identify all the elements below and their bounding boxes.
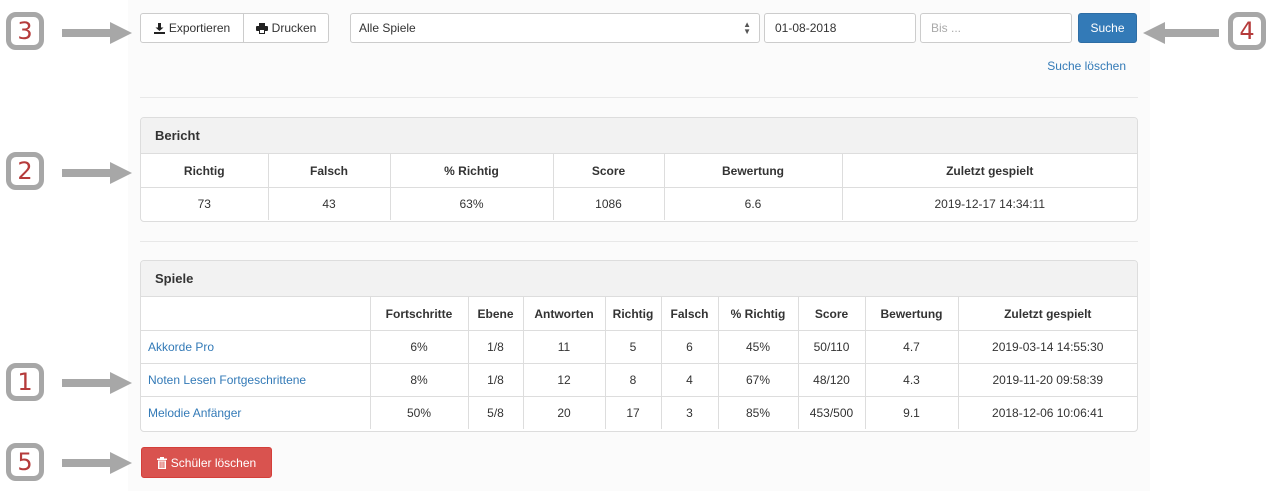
stage: 3 4 2 1 5 Exportieren Drucken Alle Spiel…	[0, 0, 1280, 491]
game-link[interactable]: Akkorde Pro	[148, 340, 214, 354]
table-cell: 50%	[370, 396, 469, 429]
clear-search-link[interactable]: Suche löschen	[1047, 59, 1126, 73]
arrow-right-icon	[62, 162, 132, 184]
table-cell: 1/8	[468, 363, 524, 397]
table-cell: 48/120	[798, 363, 866, 397]
column-header: Score	[553, 154, 665, 188]
table-cell: 8%	[370, 363, 469, 397]
game-select-value: Alle Spiele	[359, 21, 416, 35]
report-panel: Bericht Richtig Falsch % Richtig Score B…	[140, 117, 1138, 222]
table-cell: 2019-12-17 14:34:11	[934, 197, 1046, 211]
table-cell: 1/8	[468, 330, 524, 364]
search-button[interactable]: Suche	[1078, 13, 1137, 43]
game-name-cell: Akkorde Pro	[141, 330, 371, 364]
table-cell: 2019-03-14 14:55:30	[958, 330, 1137, 364]
delete-student-button[interactable]: Schüler löschen	[141, 447, 272, 478]
table-cell: 2019-11-20 09:58:39	[958, 363, 1137, 397]
column-header: Zuletzt gespielt	[842, 154, 1137, 188]
column-header: Ebene	[468, 297, 524, 331]
table-cell: 8	[605, 363, 662, 397]
game-name-cell: Noten Lesen Fortgeschrittene	[141, 363, 371, 397]
column-header: Richtig	[605, 297, 662, 331]
game-name-cell: Melodie Anfänger	[141, 396, 371, 429]
table-cell: 11	[523, 330, 606, 364]
games-panel: Spiele Fortschritte Ebene Antworten Rich…	[140, 260, 1138, 432]
column-header: Bewertung	[664, 154, 843, 188]
table-row: Melodie Anfänger 50% 5/8 20 17 3 85% 453…	[141, 396, 1137, 429]
table-cell: 45%	[718, 330, 799, 364]
arrow-right-icon	[62, 372, 132, 394]
table-row: 73 43 63% 1086 6.6 2019-12-17 14:34:11	[141, 187, 1137, 220]
column-header: % Richtig	[718, 297, 799, 331]
divider	[140, 97, 1138, 98]
table-cell: 4.7	[865, 330, 959, 364]
table-cell: 67%	[718, 363, 799, 397]
column-header: % Richtig	[390, 154, 554, 188]
arrow-right-icon	[62, 22, 132, 44]
callout-badge-5: 5	[6, 443, 44, 481]
export-button[interactable]: Exportieren	[140, 13, 244, 43]
arrow-left-icon	[1143, 22, 1219, 44]
game-link[interactable]: Melodie Anfänger	[148, 406, 241, 420]
game-select[interactable]: Alle Spiele ▲ ▼	[350, 13, 760, 43]
table-cell: 12	[523, 363, 606, 397]
table-cell: 2018-12-06 10:06:41	[992, 406, 1104, 420]
table-cell: 4.3	[865, 363, 959, 397]
date-to-input[interactable]	[920, 13, 1072, 43]
print-label: Drucken	[271, 21, 317, 35]
arrow-right-icon	[62, 452, 132, 474]
trash-icon	[156, 456, 167, 469]
column-header: Falsch	[661, 297, 719, 331]
table-cell: 63%	[390, 187, 554, 220]
table-cell: 5/8	[468, 396, 524, 429]
column-header: Richtig	[141, 154, 269, 188]
report-table: Richtig Falsch % Richtig Score Bewertung…	[141, 154, 1137, 220]
table-cell: 6.6	[664, 187, 843, 220]
table-cell: 6	[661, 330, 719, 364]
games-table: Fortschritte Ebene Antworten Richtig Fal…	[141, 297, 1137, 429]
report-title: Bericht	[141, 118, 1137, 154]
callout-badge-4: 4	[1228, 12, 1266, 50]
column-header: Bewertung	[865, 297, 959, 331]
table-cell: 5	[605, 330, 662, 364]
table-cell: 4	[661, 363, 719, 397]
table-cell: 6%	[370, 330, 469, 364]
game-link[interactable]: Noten Lesen Fortgeschrittene	[148, 373, 306, 387]
games-header-row: Fortschritte Ebene Antworten Richtig Fal…	[141, 297, 1137, 331]
games-title: Spiele	[141, 261, 1137, 297]
column-header	[141, 297, 371, 331]
callout-badge-3: 3	[6, 12, 44, 50]
column-header: Antworten	[523, 297, 606, 331]
table-cell: 20	[523, 396, 606, 429]
export-label: Exportieren	[168, 21, 231, 35]
select-caret-icon: ▲ ▼	[743, 20, 751, 36]
column-header: Falsch	[268, 154, 391, 188]
download-icon	[153, 22, 165, 34]
table-cell: 1086	[553, 187, 665, 220]
table-cell: 17	[605, 396, 662, 429]
delete-student-label: Schüler löschen	[170, 455, 257, 470]
column-header: Score	[798, 297, 866, 331]
table-cell: 43	[268, 187, 391, 220]
print-button[interactable]: Drucken	[243, 13, 329, 43]
table-cell: 9.1	[865, 396, 959, 429]
table-row: Noten Lesen Fortgeschrittene 8% 1/8 12 8…	[141, 363, 1137, 397]
report-header-row: Richtig Falsch % Richtig Score Bewertung…	[141, 154, 1137, 188]
callout-badge-2: 2	[6, 152, 44, 190]
date-from-input[interactable]	[764, 13, 916, 43]
divider	[140, 241, 1138, 242]
callout-badge-1: 1	[6, 363, 44, 401]
table-cell: 3	[661, 396, 719, 429]
table-row: Akkorde Pro 6% 1/8 11 5 6 45% 50/110 4.7…	[141, 330, 1137, 364]
table-cell: 453/500	[798, 396, 866, 429]
printer-icon	[255, 22, 268, 34]
table-cell: 73	[141, 187, 269, 220]
table-cell: 85%	[718, 396, 799, 429]
column-header: Zuletzt gespielt	[958, 297, 1137, 331]
column-header: Fortschritte	[370, 297, 469, 331]
table-cell: 50/110	[798, 330, 866, 364]
